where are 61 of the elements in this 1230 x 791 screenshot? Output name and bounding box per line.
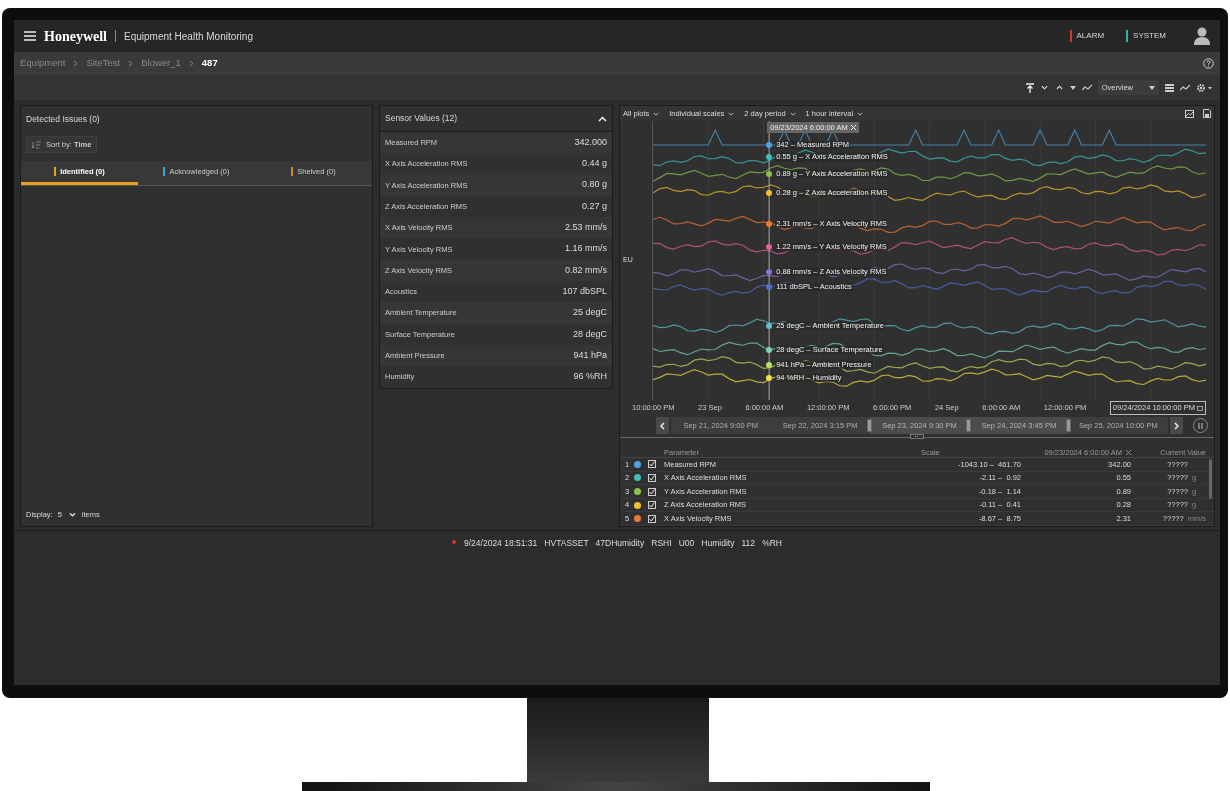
checkbox[interactable] [648,514,656,523]
breadcrumb-item: 487 [201,56,218,71]
timeline-handle[interactable] [966,419,972,433]
caret-down-icon[interactable] [1069,85,1076,90]
chevron-right-icon [188,60,194,67]
close-icon[interactable] [1126,450,1131,456]
checkbox[interactable] [648,501,656,510]
pause-icon [1198,422,1203,429]
timeline-handle[interactable] [1065,419,1071,433]
menu-icon[interactable] [24,31,36,41]
scroll-right-button[interactable] [1170,417,1183,435]
panel-title: Sensor Values (12) [385,112,458,125]
sensor-value: 0.27 g [581,199,607,213]
top-arrow-icon[interactable] [1025,82,1034,93]
trend-icon[interactable] [1180,83,1190,92]
timeline-handle[interactable] [866,419,872,433]
sensor-value: 0.80 g [581,178,607,192]
chevron-down-icon [652,110,661,117]
resize-handle-icon[interactable] [910,434,924,440]
sensor-value: 107 dbSPL [562,284,607,298]
image-icon[interactable] [1185,109,1194,118]
chevron-down-icon [67,510,77,518]
chevron-left-icon [660,421,665,430]
indicator-label[interactable]: ALARM [1076,30,1105,42]
save-icon[interactable] [1203,109,1211,118]
panel-title: Detected Issues (0) [26,112,100,126]
list-icon[interactable] [1165,83,1174,92]
sensor-value: 0.82 mm/s [565,263,607,277]
indicator-label[interactable]: SYSTEM [1133,30,1166,42]
chevron-down-icon [788,110,797,117]
sensor-value: 342.000 [574,135,607,149]
help-icon[interactable] [1203,58,1214,69]
brand-logo: Honeywell [44,27,107,46]
settings-icon[interactable] [1196,82,1212,93]
trend-icon[interactable] [1081,83,1092,92]
app-title: Equipment Health Monitoring [124,29,253,44]
status-message: 9/24/2024 18:51:31 HVTASSET 47DHumidity RSHI U00 Humidity 112 %RH [464,537,782,550]
calendar-icon [1196,405,1203,411]
sensor-value: 96 %RH [573,370,607,384]
sensor-value: 25 degC [572,306,607,320]
checkbox[interactable] [648,487,656,496]
sensor-value: 941 hPa [573,348,607,362]
sensor-value: 2.53 mm/s [565,221,607,235]
chevron-right-icon [128,60,134,67]
chevron-down-icon [727,110,736,117]
chevron-down-icon [856,110,865,117]
caret-down-icon[interactable] [1149,85,1155,90]
sensor-value: 0.44 g [581,157,607,171]
chevron-down-icon[interactable] [1039,84,1049,91]
checkbox[interactable] [648,473,656,482]
chevron-right-icon [1174,421,1179,430]
scroll-left-button[interactable] [656,417,669,435]
collapse-icon[interactable] [598,115,607,122]
sensor-value: 28 degC [572,327,607,341]
chevron-right-icon [73,60,79,67]
sort-icon [32,140,41,149]
scrollbar[interactable] [1209,459,1212,500]
checkbox[interactable] [648,460,656,469]
user-avatar-icon[interactable] [1194,27,1210,45]
sensor-value: 1.16 mm/s [565,242,607,256]
chevron-up-icon[interactable] [1054,84,1064,91]
